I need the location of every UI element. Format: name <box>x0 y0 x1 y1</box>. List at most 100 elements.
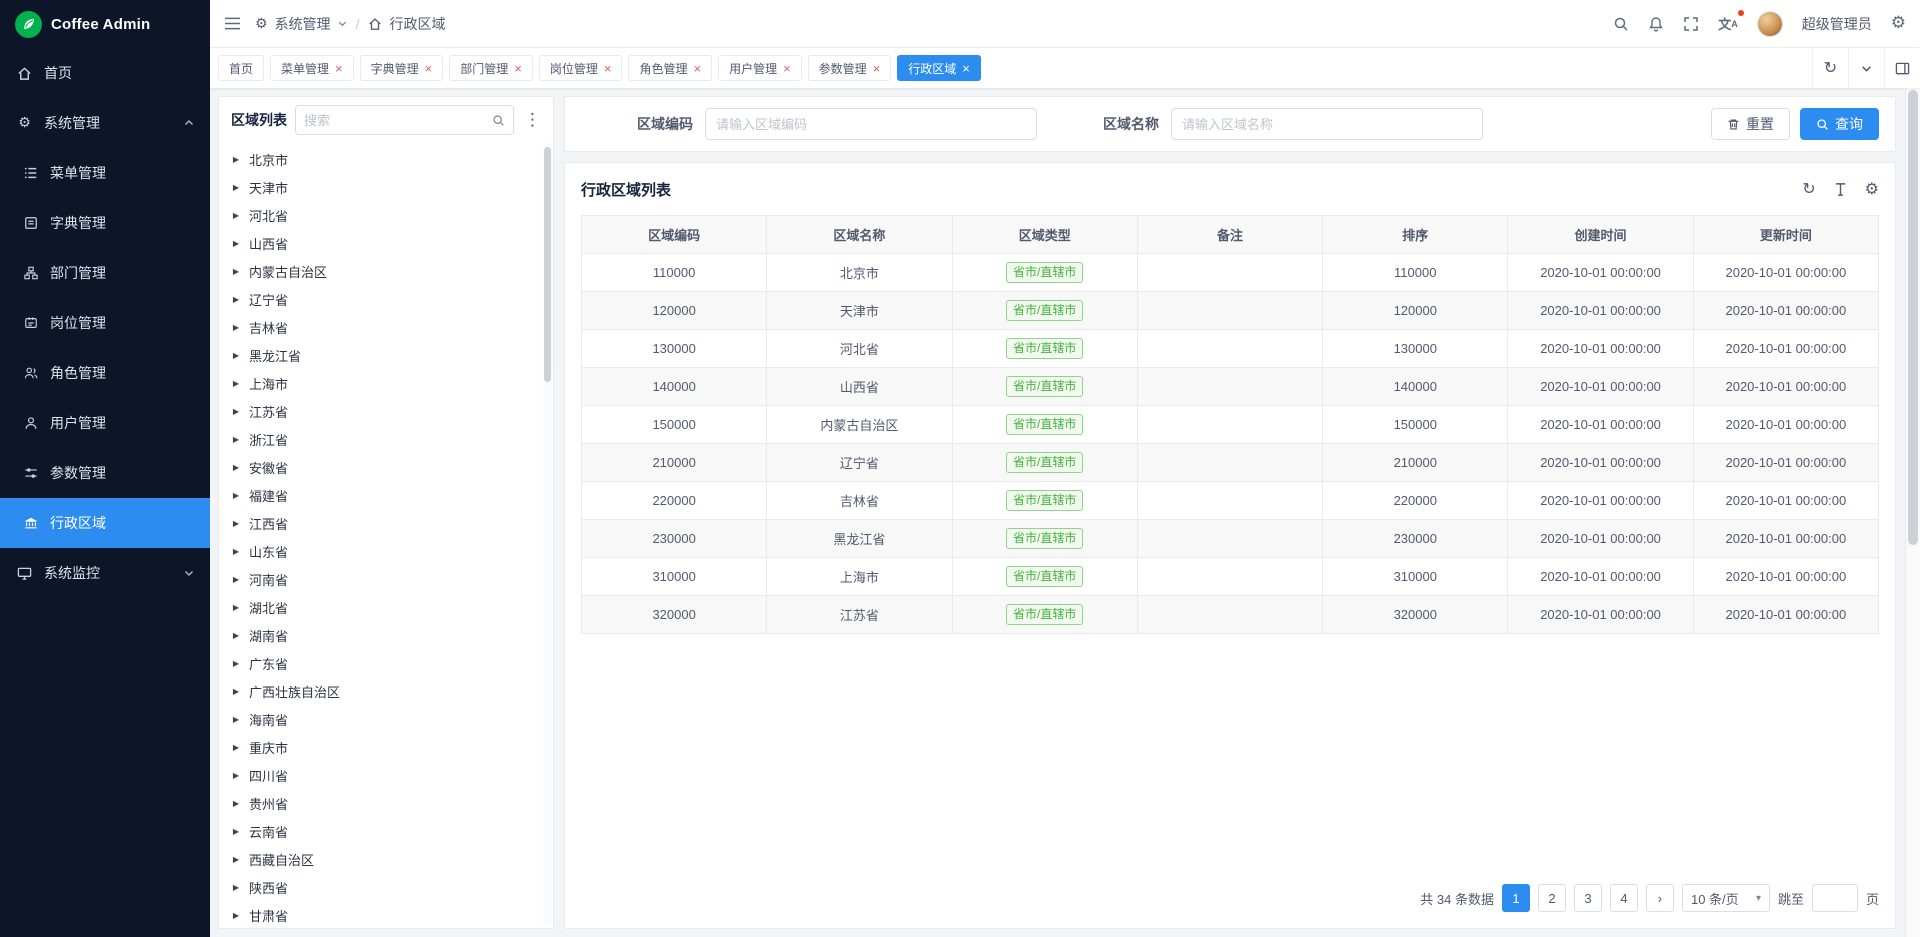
more-options-icon[interactable]: ⋮ <box>522 112 543 129</box>
chevron-right-icon[interactable]: ▶ <box>231 519 241 528</box>
chevron-right-icon[interactable]: ▶ <box>231 659 241 668</box>
region-name-input[interactable] <box>1171 108 1483 140</box>
close-icon[interactable]: × <box>514 62 522 75</box>
chevron-right-icon[interactable]: ▶ <box>231 211 241 220</box>
chevron-right-icon[interactable]: ▶ <box>231 687 241 696</box>
tree-item[interactable]: ▶江西省 <box>231 509 543 537</box>
search-icon[interactable] <box>492 114 505 127</box>
tab-param-mgmt[interactable]: 参数管理× <box>808 55 892 81</box>
table-row[interactable]: 210000辽宁省省市/直辖市2100002020-10-01 00:00:00… <box>582 444 1879 482</box>
tree-search-input[interactable] <box>304 113 486 128</box>
tree-item[interactable]: ▶福建省 <box>231 481 543 509</box>
tree-item[interactable]: ▶河北省 <box>231 201 543 229</box>
tree-scrollbar[interactable] <box>543 143 552 926</box>
chevron-right-icon[interactable]: ▶ <box>231 295 241 304</box>
breadcrumb-root[interactable]: 系统管理 <box>275 14 331 34</box>
chevron-right-icon[interactable]: ▶ <box>231 407 241 416</box>
tree-item[interactable]: ▶云南省 <box>231 817 543 845</box>
refresh-icon[interactable]: ↻ <box>1802 181 1815 197</box>
tab-user-mgmt[interactable]: 用户管理× <box>718 55 802 81</box>
chevron-right-icon[interactable]: ▶ <box>231 183 241 192</box>
tree-item[interactable]: ▶浙江省 <box>231 425 543 453</box>
notification-bell-icon[interactable] <box>1648 16 1664 32</box>
tree-item[interactable]: ▶西藏自治区 <box>231 845 543 873</box>
tab-dept-mgmt[interactable]: 部门管理× <box>449 55 533 81</box>
sidebar-item-home[interactable]: 首页 <box>0 48 210 98</box>
page-size-select[interactable]: 10 条/页 ▾ <box>1682 884 1770 912</box>
chevron-right-icon[interactable]: ▶ <box>231 715 241 724</box>
region-code-input[interactable] <box>705 108 1037 140</box>
table-row[interactable]: 120000天津市省市/直辖市1200002020-10-01 00:00:00… <box>582 292 1879 330</box>
window-scrollbar-thumb[interactable] <box>1908 90 1918 545</box>
jump-page-input[interactable] <box>1812 884 1858 912</box>
page-button-3[interactable]: 3 <box>1574 884 1602 912</box>
chevron-right-icon[interactable]: ▶ <box>231 575 241 584</box>
chevron-right-icon[interactable]: ▶ <box>231 435 241 444</box>
tree-item[interactable]: ▶广东省 <box>231 649 543 677</box>
table-row[interactable]: 110000北京市省市/直辖市1100002020-10-01 00:00:00… <box>582 254 1879 292</box>
chevron-right-icon[interactable]: ▶ <box>231 155 241 164</box>
page-button-4[interactable]: 4 <box>1610 884 1638 912</box>
sidebar-item-param-mgmt[interactable]: 参数管理 <box>0 448 210 498</box>
tree-item[interactable]: ▶山东省 <box>231 537 543 565</box>
tree-item[interactable]: ▶山西省 <box>231 229 543 257</box>
chevron-right-icon[interactable]: ▶ <box>231 799 241 808</box>
tree-item[interactable]: ▶四川省 <box>231 761 543 789</box>
tab-menu-mgmt[interactable]: 菜单管理× <box>270 55 354 81</box>
sidebar-item-dict-mgmt[interactable]: 字典管理 <box>0 198 210 248</box>
collapse-sidebar-icon[interactable] <box>224 16 241 31</box>
page-button-2[interactable]: 2 <box>1538 884 1566 912</box>
density-icon[interactable] <box>1833 182 1848 197</box>
table-row[interactable]: 320000江苏省省市/直辖市3200002020-10-01 00:00:00… <box>582 596 1879 634</box>
window-scrollbar[interactable] <box>1905 88 1920 937</box>
close-icon[interactable]: × <box>335 62 343 75</box>
tree-item[interactable]: ▶江苏省 <box>231 397 543 425</box>
close-icon[interactable]: × <box>425 62 433 75</box>
chevron-right-icon[interactable]: ▶ <box>231 351 241 360</box>
chevron-right-icon[interactable]: ▶ <box>231 491 241 500</box>
chevron-right-icon[interactable]: ▶ <box>231 239 241 248</box>
tree-item[interactable]: ▶湖南省 <box>231 621 543 649</box>
sidebar-item-dept-mgmt[interactable]: 部门管理 <box>0 248 210 298</box>
tree-scrollbar-thumb[interactable] <box>544 147 551 382</box>
reset-button[interactable]: 重置 <box>1711 108 1790 140</box>
chevron-right-icon[interactable]: ▶ <box>231 267 241 276</box>
close-icon[interactable]: × <box>604 62 612 75</box>
sidebar-item-region[interactable]: 行政区域 <box>0 498 210 548</box>
tree-item[interactable]: ▶贵州省 <box>231 789 543 817</box>
close-icon[interactable]: × <box>962 62 970 75</box>
close-icon[interactable]: × <box>783 62 791 75</box>
chevron-right-icon[interactable]: ▶ <box>231 463 241 472</box>
sidebar-item-post-mgmt[interactable]: 岗位管理 <box>0 298 210 348</box>
tree-item[interactable]: ▶海南省 <box>231 705 543 733</box>
chevron-right-icon[interactable]: ▶ <box>231 827 241 836</box>
user-name[interactable]: 超级管理员 <box>1802 14 1872 34</box>
layout-icon[interactable] <box>1884 48 1920 88</box>
tree-item[interactable]: ▶甘肃省 <box>231 901 543 928</box>
tab-post-mgmt[interactable]: 岗位管理× <box>539 55 623 81</box>
query-button[interactable]: 查询 <box>1800 108 1879 140</box>
tab-home[interactable]: 首页 <box>218 55 264 81</box>
tree-item[interactable]: ▶陕西省 <box>231 873 543 901</box>
tab-dict-mgmt[interactable]: 字典管理× <box>360 55 444 81</box>
chevron-right-icon[interactable]: ▶ <box>231 911 241 920</box>
tree-item[interactable]: ▶北京市 <box>231 145 543 173</box>
breadcrumb-current[interactable]: 行政区域 <box>389 14 445 34</box>
sidebar-item-user-mgmt[interactable]: 用户管理 <box>0 398 210 448</box>
tree-item[interactable]: ▶内蒙古自治区 <box>231 257 543 285</box>
tree-item[interactable]: ▶安徽省 <box>231 453 543 481</box>
tree-item[interactable]: ▶湖北省 <box>231 593 543 621</box>
tree-item[interactable]: ▶黑龙江省 <box>231 341 543 369</box>
settings-gear-icon[interactable]: ⚙ <box>1891 15 1906 32</box>
chevron-right-icon[interactable]: ▶ <box>231 771 241 780</box>
chevron-right-icon[interactable]: ▶ <box>231 743 241 752</box>
tab-region[interactable]: 行政区域× <box>897 55 981 81</box>
refresh-tabs-icon[interactable]: ↻ <box>1812 48 1848 88</box>
gear-icon[interactable]: ⚙ <box>1865 181 1879 197</box>
chevron-right-icon[interactable]: ▶ <box>231 883 241 892</box>
avatar[interactable] <box>1757 11 1783 37</box>
next-page-button[interactable]: › <box>1646 884 1674 912</box>
tree-item[interactable]: ▶辽宁省 <box>231 285 543 313</box>
tree-item[interactable]: ▶河南省 <box>231 565 543 593</box>
fullscreen-icon[interactable] <box>1683 16 1699 32</box>
